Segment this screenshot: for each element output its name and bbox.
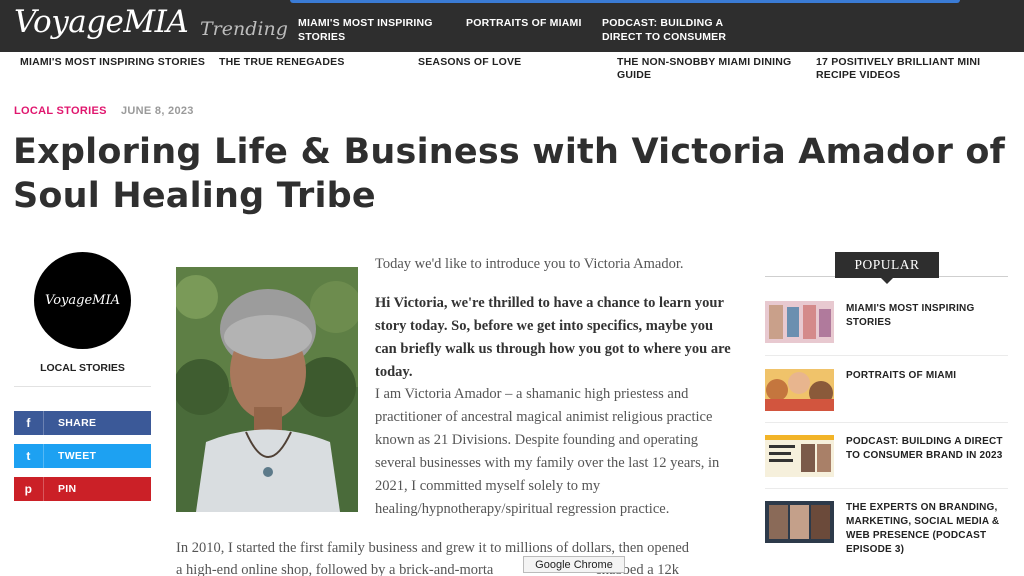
browser-tooltip: Google Chrome	[523, 556, 625, 573]
divider	[765, 355, 1008, 356]
popular-thumb-4[interactable]	[765, 501, 834, 543]
popular-thumb-1[interactable]	[765, 301, 834, 343]
interview-answer: I am Victoria Amador – a shamanic high p…	[375, 386, 720, 517]
pin-label: PIN	[58, 483, 77, 495]
popular-item-2-title[interactable]: PORTRAITS OF MIAMI	[846, 369, 1011, 383]
popular-item-4-title[interactable]: THE EXPERTS ON BRANDING, MARKETING, SOCI…	[846, 501, 1011, 557]
divider	[14, 386, 151, 387]
subnav-inspiring-stories[interactable]: MIAMI'S MOST INSPIRING STORIES	[20, 56, 210, 69]
interview-question: Hi Victoria, we're thrilled to have a ch…	[375, 295, 731, 380]
popular-heading: POPULAR	[835, 252, 939, 278]
article-category-link[interactable]: LOCAL STORIES	[14, 105, 107, 117]
article-paragraph-2: In 2010, I started the first family busi…	[176, 540, 690, 556]
pinterest-icon: p	[14, 477, 44, 501]
share-label: SHARE	[58, 417, 97, 429]
browser-chrome-strip	[290, 0, 960, 3]
trending-link-podcast[interactable]: PODCAST: BUILDING A DIRECT TO CONSUMER	[602, 16, 742, 44]
popular-heading-notch	[881, 278, 893, 284]
trending-label: Trending	[200, 18, 288, 40]
subnav-seasons-of-love[interactable]: SEASONS OF LOVE	[418, 56, 578, 69]
article-intro: Today we'd like to introduce you to Vict…	[375, 256, 684, 272]
popular-item-1-title[interactable]: MIAMI'S MOST INSPIRING STORIES	[846, 302, 1011, 330]
left-category-label[interactable]: LOCAL STORIES	[14, 362, 151, 374]
share-pinterest-button[interactable]: p PIN	[14, 477, 151, 501]
para-line-start: a high-end online shop, followed by a br…	[176, 562, 494, 576]
tweet-label: TWEET	[58, 450, 97, 462]
trending-link-inspiring-stories[interactable]: MIAMI'S MOST INSPIRING STORIES	[298, 16, 448, 44]
author-portrait-photo	[176, 267, 358, 512]
twitter-icon: t	[14, 444, 44, 468]
divider	[765, 488, 1008, 489]
author-avatar[interactable]: VoyageMIA	[34, 252, 131, 349]
subnav-dining-guide[interactable]: THE NON-SNOBBY MIAMI DINING GUIDE	[617, 56, 802, 82]
popular-thumb-2[interactable]	[765, 369, 834, 411]
article-title: Exploring Life & Business with Victoria …	[13, 132, 1006, 216]
site-logo[interactable]: VoyageMIA	[14, 4, 189, 40]
avatar-logo-text: VoyageMIA	[45, 293, 120, 308]
share-twitter-button[interactable]: t TWEET	[14, 444, 151, 468]
subnav-true-renegades[interactable]: THE TRUE RENEGADES	[219, 56, 379, 69]
trending-link-portraits[interactable]: PORTRAITS OF MIAMI	[466, 16, 596, 30]
popular-thumb-3[interactable]	[765, 435, 834, 477]
article-date: JUNE 8, 2023	[121, 105, 194, 117]
share-facebook-button[interactable]: f SHARE	[14, 411, 151, 435]
facebook-icon: f	[14, 411, 44, 435]
top-header-bar: VoyageMIA Trending MIAMI'S MOST INSPIRIN…	[0, 0, 1024, 52]
divider	[765, 422, 1008, 423]
subnav-recipe-videos[interactable]: 17 POSITIVELY BRILLIANT MINI RECIPE VIDE…	[816, 56, 1006, 82]
popular-item-3-title[interactable]: PODCAST: BUILDING A DIRECT TO CONSUMER B…	[846, 435, 1011, 463]
